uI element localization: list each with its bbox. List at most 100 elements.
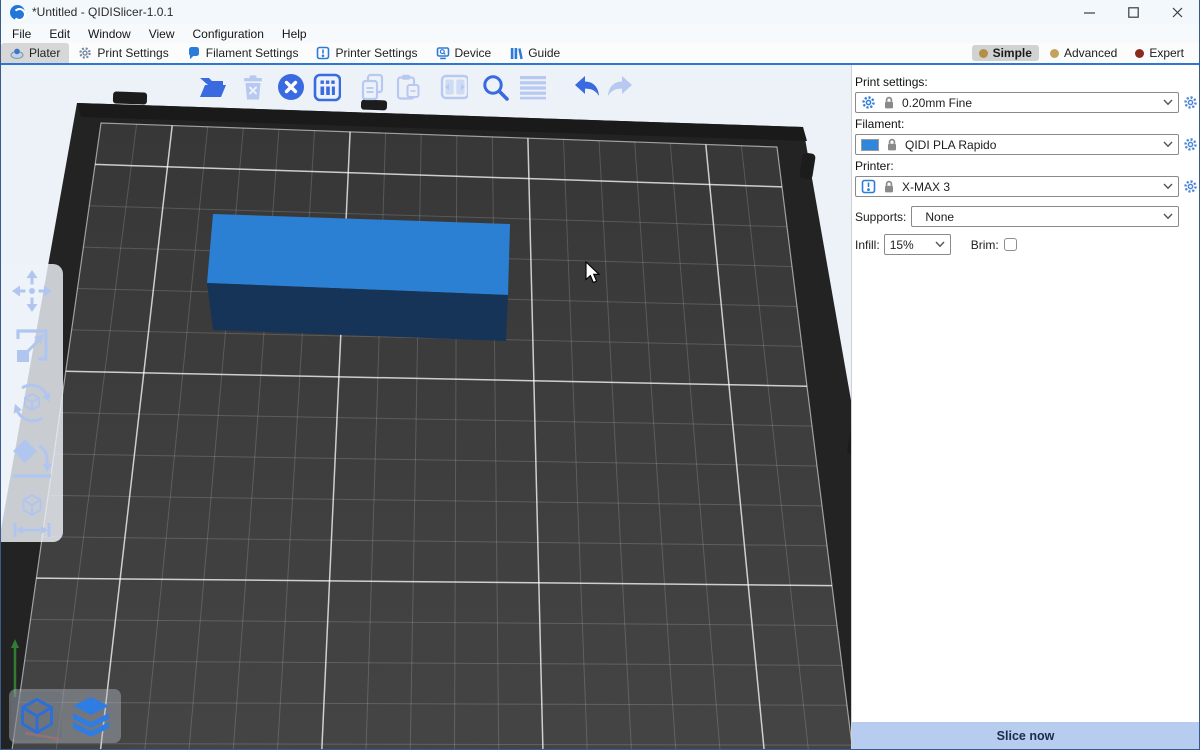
tab-label: Plater: [29, 46, 60, 60]
brim-label: Brim:: [971, 238, 999, 252]
infill-label: Infill:: [855, 238, 880, 252]
delete-all-button[interactable]: [277, 73, 305, 101]
supports-value: None: [925, 210, 954, 224]
settings-sidebar: Print settings: 0.20mm Fine: [851, 65, 1199, 749]
filament-color-swatch: [861, 139, 879, 151]
tab-printer-settings[interactable]: Printer Settings: [307, 43, 426, 63]
device-icon: [436, 46, 450, 60]
chevron-down-icon: [1163, 183, 1173, 190]
guide-books-icon: [509, 46, 523, 60]
menu-bar: File Edit Window View Configuration Help: [1, 24, 1199, 43]
copy-icon: [359, 73, 387, 101]
measure-tool-button[interactable]: [9, 492, 55, 538]
menu-edit[interactable]: Edit: [40, 24, 79, 43]
menu-window[interactable]: Window: [79, 24, 140, 43]
menu-view[interactable]: View: [140, 24, 184, 43]
place-on-face-tool-button[interactable]: [9, 436, 55, 482]
rotate-tool-button[interactable]: [9, 380, 55, 426]
mode-advanced[interactable]: Advanced: [1043, 45, 1124, 61]
tab-device[interactable]: Device: [427, 43, 501, 63]
plater-toolbar: [198, 71, 633, 103]
menu-configuration[interactable]: Configuration: [184, 24, 273, 43]
tab-plater[interactable]: Plater: [1, 43, 69, 63]
gear-icon: [861, 95, 876, 110]
tab-guide[interactable]: Guide: [500, 43, 569, 63]
tab-print-settings[interactable]: Print Settings: [69, 43, 177, 63]
preview-view-button[interactable]: [66, 692, 116, 740]
app-window: *Untitled - QIDISlicer-1.0.1 File Edit W…: [0, 0, 1200, 750]
menu-help[interactable]: Help: [273, 24, 316, 43]
close-button[interactable]: [1155, 0, 1199, 24]
slice-now-button[interactable]: Slice now: [852, 722, 1199, 749]
minimize-button[interactable]: [1067, 0, 1111, 24]
infill-combo[interactable]: 15%: [884, 234, 951, 255]
app-logo-icon: [10, 5, 25, 20]
lock-icon: [885, 137, 899, 152]
arrange-button[interactable]: [313, 73, 341, 101]
3d-viewport[interactable]: [1, 65, 851, 749]
maximize-button[interactable]: [1111, 0, 1155, 24]
undo-icon: [572, 73, 600, 101]
simple-dot-icon: [979, 49, 988, 58]
delete-trash-icon: [241, 74, 265, 100]
supports-combo[interactable]: None: [911, 206, 1179, 227]
3d-editor-view-button[interactable]: [12, 692, 62, 740]
delete-button[interactable]: [239, 73, 267, 101]
printer-gear-button[interactable]: [1182, 179, 1198, 194]
search-button[interactable]: [481, 73, 509, 101]
gear-icon: [78, 46, 92, 60]
printer-icon: [316, 46, 330, 60]
copy-button[interactable]: [359, 73, 387, 101]
chevron-down-icon: [1163, 141, 1173, 148]
advanced-dot-icon: [1050, 49, 1059, 58]
print-bed: [1, 65, 851, 749]
layers-lines-icon: [518, 73, 546, 101]
measure-icon: [10, 491, 54, 539]
printer-icon: [861, 179, 876, 194]
mouse-cursor: [585, 261, 601, 285]
tab-bar: Plater Print Settings Filament Settings …: [1, 43, 1199, 65]
3d-view-cube-icon: [18, 697, 56, 735]
print-settings-label: Print settings:: [855, 75, 1199, 89]
rotate-icon: [9, 380, 55, 426]
filament-value: QIDI PLA Rapido: [905, 138, 996, 152]
mode-toggle: Simple Advanced Expert: [972, 43, 1199, 63]
print-settings-combo[interactable]: 0.20mm Fine: [855, 92, 1179, 113]
preview-layers-icon: [70, 696, 112, 736]
print-settings-gear-button[interactable]: [1182, 95, 1198, 110]
move-tool-button[interactable]: [9, 268, 55, 314]
tab-label: Print Settings: [97, 46, 168, 60]
print-settings-value: 0.20mm Fine: [902, 96, 972, 110]
undo-button[interactable]: [572, 73, 600, 101]
printer-value: X-MAX 3: [902, 180, 950, 194]
search-icon: [481, 73, 509, 102]
filament-gear-button[interactable]: [1182, 137, 1198, 152]
delete-all-icon: [277, 73, 305, 101]
split-button[interactable]: [440, 73, 468, 101]
gear-icon: [1183, 179, 1198, 194]
tab-label: Guide: [528, 46, 560, 60]
printer-label: Printer:: [855, 159, 1199, 173]
tab-label: Filament Settings: [206, 46, 299, 60]
paste-icon: [394, 73, 422, 101]
lock-icon: [882, 179, 896, 194]
model-box[interactable]: [207, 214, 510, 341]
redo-button[interactable]: [605, 73, 633, 101]
scale-icon: [10, 325, 54, 369]
infill-value: 15%: [890, 238, 914, 252]
arrange-icon: [313, 73, 341, 102]
tab-label: Device: [455, 46, 492, 60]
paste-button[interactable]: [394, 73, 422, 101]
gizmo-toolbar: [1, 264, 63, 542]
scale-tool-button[interactable]: [9, 324, 55, 370]
printer-combo[interactable]: X-MAX 3: [855, 176, 1179, 197]
open-folder-button[interactable]: [198, 73, 226, 101]
mode-label: Advanced: [1064, 46, 1117, 60]
menu-file[interactable]: File: [3, 24, 40, 43]
mode-expert[interactable]: Expert: [1128, 45, 1191, 61]
variable-layer-height-button[interactable]: [518, 73, 546, 101]
mode-simple[interactable]: Simple: [972, 45, 1039, 61]
tab-filament-settings[interactable]: Filament Settings: [178, 43, 308, 63]
filament-combo[interactable]: QIDI PLA Rapido: [855, 134, 1179, 155]
brim-checkbox[interactable]: [1004, 238, 1017, 251]
